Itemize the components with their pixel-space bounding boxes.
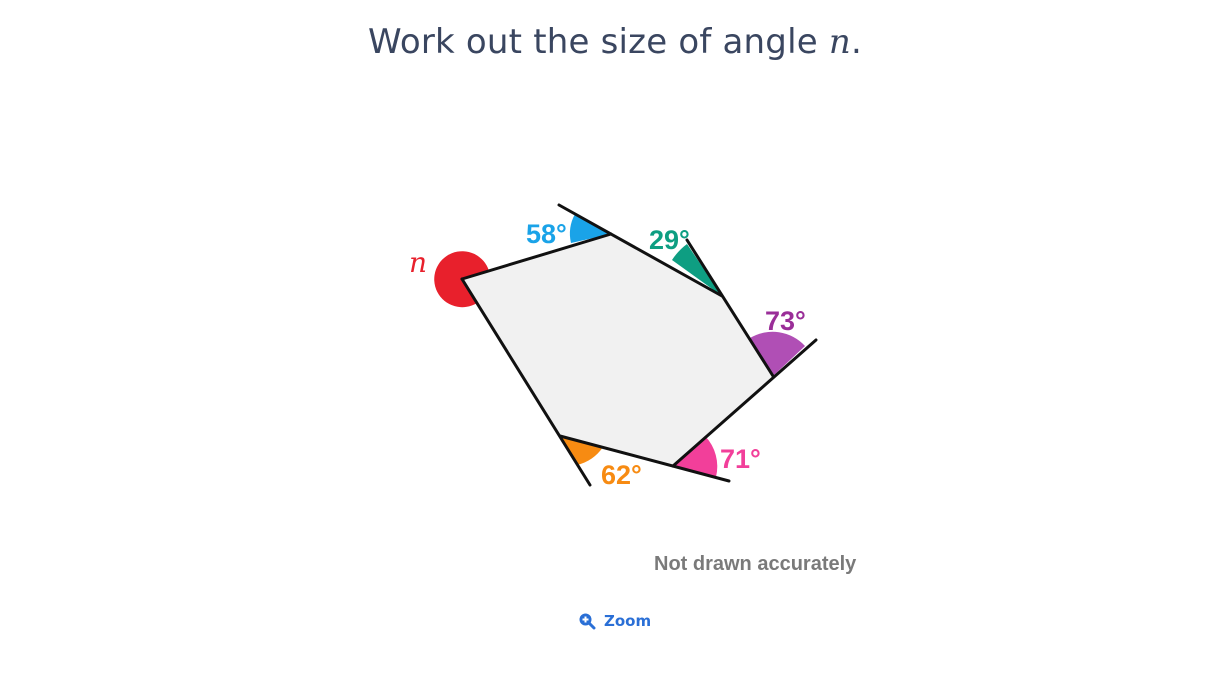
angle-label-62: 62° (601, 460, 642, 490)
angle-label-n: n (409, 246, 427, 279)
angle-label-73: 73° (765, 306, 806, 336)
question-page: Work out the size of angle n. n 58° 29° … (0, 0, 1230, 673)
angle-label-58: 58° (526, 219, 567, 249)
hexagon-diagram: n 58° 29° 73° 71° 62° Not drawn accurate… (409, 203, 857, 575)
zoom-in-icon (578, 612, 596, 630)
zoom-label: Zoom (604, 612, 652, 630)
angle-label-71: 71° (720, 444, 761, 474)
angle-label-29: 29° (649, 225, 690, 255)
not-drawn-accurately-note: Not drawn accurately (654, 553, 857, 575)
zoom-button[interactable]: Zoom (578, 612, 651, 630)
hexagon-shape (462, 234, 773, 466)
